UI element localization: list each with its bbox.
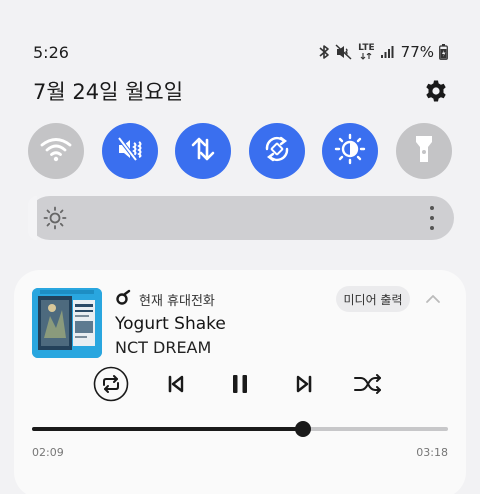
battery-icon (439, 44, 448, 60)
status-bar: 5:26 LTE 77% (33, 40, 448, 64)
seek-progress (32, 427, 304, 431)
repeat-icon (93, 366, 129, 406)
media-controls (14, 366, 466, 406)
media-output-button[interactable]: 미디어 출력 (336, 286, 410, 312)
mobile-data-icon (188, 134, 218, 168)
mute-vibrate-icon (115, 134, 145, 168)
flashlight-icon (411, 133, 437, 169)
auto-rotate-toggle[interactable] (248, 123, 305, 179)
mobile-data-toggle[interactable] (175, 123, 232, 179)
wifi-icon (39, 135, 73, 167)
skip-previous-icon (165, 373, 187, 399)
seek-bar[interactable] (32, 421, 448, 437)
shuffle-button[interactable] (350, 368, 386, 404)
pause-icon (229, 373, 251, 399)
settings-gear-icon[interactable] (422, 77, 450, 105)
battery-percent: 77% (400, 43, 434, 61)
skip-next-icon (293, 373, 315, 399)
clock: 5:26 (33, 42, 69, 62)
date-row: 7월 24일 월요일 (33, 76, 450, 106)
total-duration: 03:18 (416, 446, 448, 459)
next-button[interactable] (286, 368, 322, 404)
mute-icon (335, 44, 353, 60)
source-device-label: 현재 휴대전화 (139, 293, 215, 309)
date-label: 7월 24일 월요일 (33, 80, 184, 104)
playback-source: 현재 휴대전화 (115, 289, 215, 309)
track-artist: NCT DREAM (115, 338, 212, 357)
track-title: Yogurt Shake (115, 314, 226, 334)
album-art[interactable] (32, 288, 102, 358)
network-label: LTE (358, 43, 375, 53)
chevron-up-icon[interactable] (422, 288, 444, 310)
repeat-button[interactable] (93, 366, 129, 406)
brightness-slider[interactable] (28, 196, 454, 240)
lte-icon: LTE (358, 44, 375, 60)
previous-button[interactable] (158, 368, 194, 404)
status-icons: LTE 77% (318, 43, 448, 61)
eye-comfort-toggle[interactable] (322, 123, 379, 179)
music-note-icon (115, 289, 131, 309)
quick-settings (28, 123, 452, 179)
bluetooth-icon (318, 44, 330, 60)
signal-icon (380, 45, 394, 59)
auto-rotate-icon (262, 134, 292, 168)
pause-button[interactable] (222, 368, 258, 404)
more-options-icon[interactable] (428, 206, 436, 230)
media-player-card: 현재 휴대전화 미디어 출력 Yogurt Shake NCT DREAM 02… (14, 270, 466, 494)
wifi-toggle[interactable] (28, 123, 84, 179)
brightness-fill (28, 196, 37, 240)
sun-icon (42, 205, 68, 231)
mute-toggle[interactable] (101, 123, 158, 179)
flashlight-toggle[interactable] (395, 123, 452, 179)
shuffle-icon (353, 372, 383, 400)
seek-thumb[interactable] (295, 421, 312, 437)
brightness-half-icon (334, 133, 366, 169)
elapsed-time: 02:09 (32, 446, 64, 459)
